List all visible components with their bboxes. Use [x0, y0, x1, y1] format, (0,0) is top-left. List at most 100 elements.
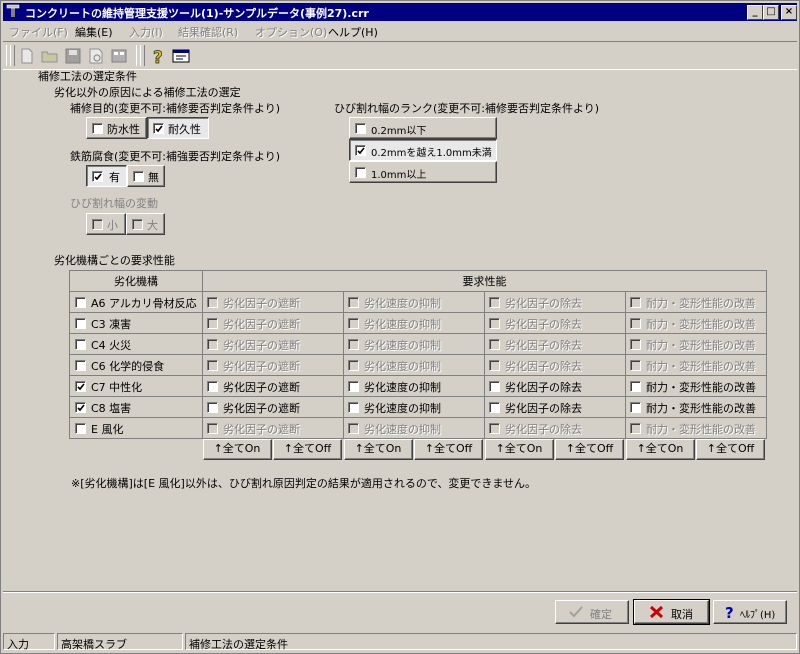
mechanism-checkbox[interactable]	[75, 339, 86, 350]
all-on-button[interactable]: ↑全てOn	[625, 438, 696, 460]
mechanism-checkbox[interactable]	[75, 402, 86, 413]
crack-large-checkbox[interactable]	[132, 219, 143, 230]
performance-cell[interactable]: 劣化因子の遮断	[202, 354, 344, 376]
ok-button[interactable]: 確定	[555, 600, 629, 624]
performance-cell[interactable]: 劣化因子の除去	[484, 417, 626, 439]
performance-cell[interactable]: 劣化因子の遮断	[202, 396, 344, 418]
all-off-button[interactable]: ↑全てOff	[414, 438, 485, 460]
help-question-icon[interactable]: ?	[148, 46, 168, 66]
print-preview-icon[interactable]	[86, 46, 106, 66]
mechanism-checkbox[interactable]	[75, 360, 86, 371]
waterproof-toggle[interactable]: 防水性	[86, 117, 147, 139]
performance-cell[interactable]: 劣化因子の除去	[484, 354, 626, 376]
performance-checkbox[interactable]	[630, 297, 641, 308]
mechanism-checkbox[interactable]	[75, 381, 86, 392]
performance-checkbox[interactable]	[348, 381, 359, 392]
all-off-button[interactable]: ↑全てOff	[696, 438, 767, 460]
mechanism-cell[interactable]: C3 凍害	[69, 312, 203, 334]
performance-cell[interactable]: 耐力・変形性能の改善	[625, 375, 767, 397]
performance-checkbox[interactable]	[207, 423, 218, 434]
mechanism-cell[interactable]: C7 中性化	[69, 375, 203, 397]
performance-cell[interactable]: 耐力・変形性能の改善	[625, 291, 767, 313]
performance-checkbox[interactable]	[207, 318, 218, 329]
performance-checkbox[interactable]	[348, 423, 359, 434]
performance-cell[interactable]: 劣化因子の遮断	[202, 375, 344, 397]
corrosion-yes-toggle[interactable]: 有	[86, 165, 127, 187]
performance-cell[interactable]: 劣化速度の抑制	[343, 333, 485, 355]
rank-3-checkbox[interactable]	[355, 167, 366, 178]
performance-checkbox[interactable]	[207, 402, 218, 413]
rank-option-1[interactable]: 0.2mm以下	[349, 117, 497, 139]
all-off-button-face[interactable]: ↑全てOff	[696, 439, 765, 460]
all-off-button[interactable]: ↑全てOff	[555, 438, 626, 460]
crack-large-toggle[interactable]: 大	[126, 213, 165, 235]
all-off-button[interactable]: ↑全てOff	[273, 438, 344, 460]
rank-2-checkbox[interactable]	[355, 145, 366, 156]
rank-1-checkbox[interactable]	[355, 123, 366, 134]
performance-checkbox[interactable]	[348, 318, 359, 329]
durability-toggle[interactable]: 耐久性	[147, 117, 209, 139]
performance-cell[interactable]: 劣化速度の抑制	[343, 417, 485, 439]
performance-checkbox[interactable]	[630, 423, 641, 434]
performance-checkbox[interactable]	[348, 402, 359, 413]
performance-checkbox[interactable]	[207, 360, 218, 371]
all-off-button-face[interactable]: ↑全てOff	[273, 439, 342, 460]
mechanism-cell[interactable]: C6 化学的侵食	[69, 354, 203, 376]
performance-cell[interactable]: 劣化速度の抑制	[343, 291, 485, 313]
maximize-button[interactable]: □	[763, 5, 779, 20]
help-button[interactable]: ? ﾍﾙﾌﾟ(H)	[713, 600, 787, 624]
performance-cell[interactable]: 耐力・変形性能の改善	[625, 354, 767, 376]
performance-checkbox[interactable]	[489, 297, 500, 308]
performance-checkbox[interactable]	[630, 381, 641, 392]
close-button[interactable]: ×	[781, 5, 797, 20]
performance-cell[interactable]: 耐力・変形性能の改善	[625, 396, 767, 418]
window-icon[interactable]	[171, 46, 191, 66]
all-on-button-face[interactable]: ↑全てOn	[625, 439, 695, 460]
performance-checkbox[interactable]	[348, 339, 359, 350]
rank-option-2[interactable]: 0.2mmを越え1.0mm未満	[349, 139, 497, 161]
performance-cell[interactable]: 劣化速度の抑制	[343, 375, 485, 397]
performance-checkbox[interactable]	[630, 339, 641, 350]
crack-small-checkbox[interactable]	[92, 219, 103, 230]
performance-checkbox[interactable]	[207, 339, 218, 350]
all-on-button[interactable]: ↑全てOn	[343, 438, 414, 460]
all-on-button[interactable]: ↑全てOn	[202, 438, 273, 460]
performance-cell[interactable]: 劣化因子の遮断	[202, 291, 344, 313]
mechanism-cell[interactable]: A6 アルカリ骨材反応	[69, 291, 203, 313]
performance-checkbox[interactable]	[489, 381, 500, 392]
corrosion-no-checkbox[interactable]	[133, 171, 144, 182]
performance-cell[interactable]: 劣化因子の除去	[484, 333, 626, 355]
performance-cell[interactable]: 劣化速度の抑制	[343, 312, 485, 334]
performance-checkbox[interactable]	[630, 360, 641, 371]
performance-cell[interactable]: 耐力・変形性能の改善	[625, 333, 767, 355]
performance-cell[interactable]: 耐力・変形性能の改善	[625, 312, 767, 334]
crack-small-toggle[interactable]: 小	[86, 213, 126, 235]
rank-option-3[interactable]: 1.0mm以上	[349, 161, 497, 183]
all-on-button-face[interactable]: ↑全てOn	[484, 439, 554, 460]
performance-cell[interactable]: 劣化因子の遮断	[202, 333, 344, 355]
mechanism-cell[interactable]: C4 火災	[69, 333, 203, 355]
all-on-button-face[interactable]: ↑全てOn	[343, 439, 413, 460]
all-off-button-face[interactable]: ↑全てOff	[414, 439, 483, 460]
performance-cell[interactable]: 劣化因子の除去	[484, 375, 626, 397]
performance-checkbox[interactable]	[489, 339, 500, 350]
all-on-button[interactable]: ↑全てOn	[484, 438, 555, 460]
mechanism-cell[interactable]: E 風化	[69, 417, 203, 439]
new-file-icon[interactable]	[17, 46, 37, 66]
performance-checkbox[interactable]	[207, 381, 218, 392]
minimize-button[interactable]: _	[747, 5, 763, 20]
performance-cell[interactable]: 劣化因子の遮断	[202, 417, 344, 439]
corrosion-yes-checkbox[interactable]	[92, 171, 103, 182]
mechanism-checkbox[interactable]	[75, 318, 86, 329]
performance-cell[interactable]: 劣化速度の抑制	[343, 354, 485, 376]
performance-cell[interactable]: 耐力・変形性能の改善	[625, 417, 767, 439]
corrosion-no-toggle[interactable]: 無	[127, 165, 165, 187]
performance-checkbox[interactable]	[630, 318, 641, 329]
performance-checkbox[interactable]	[348, 297, 359, 308]
performance-cell[interactable]: 劣化因子の除去	[484, 291, 626, 313]
menu-edit[interactable]: 編集(E)	[75, 24, 113, 40]
mechanism-cell[interactable]: C8 塩害	[69, 396, 203, 418]
performance-checkbox[interactable]	[489, 360, 500, 371]
mechanism-checkbox[interactable]	[75, 297, 86, 308]
all-off-button-face[interactable]: ↑全てOff	[555, 439, 624, 460]
